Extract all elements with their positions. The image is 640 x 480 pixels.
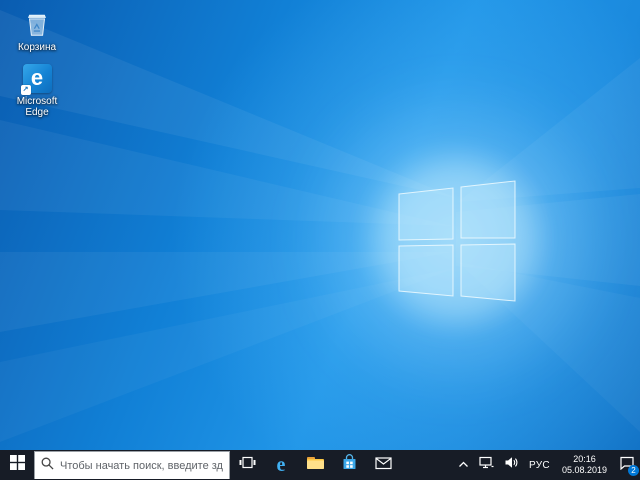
recycle-bin-icon — [21, 8, 53, 40]
task-view-icon — [239, 454, 256, 476]
task-view-button[interactable] — [230, 450, 264, 480]
file-explorer-icon — [306, 454, 325, 476]
system-tray: РУС 20:16 05.08.2019 2 — [453, 450, 640, 480]
notification-badge: 2 — [628, 465, 639, 476]
store-icon — [341, 454, 358, 476]
taskbar: e — [0, 450, 640, 480]
mail-icon — [374, 456, 392, 475]
taskbar-app-mail[interactable] — [366, 450, 400, 480]
chevron-up-icon — [458, 456, 469, 474]
windows-desktop-screen: Корзина e ↗ Microsoft Edge Чтобы начать … — [0, 0, 640, 480]
search-icon — [41, 457, 54, 475]
desktop-icon-microsoft-edge[interactable]: e ↗ Microsoft Edge — [6, 62, 68, 118]
taskbar-app-store[interactable] — [332, 450, 366, 480]
volume-icon — [504, 456, 519, 474]
network-icon — [479, 456, 494, 474]
language-indicator[interactable]: РУС — [524, 450, 555, 480]
wallpaper-light-rays — [0, 10, 640, 442]
edge-icon: e — [276, 454, 286, 476]
taskbar-search[interactable] — [34, 451, 230, 479]
edge-icon: e ↗ — [20, 62, 53, 95]
windows-logo — [398, 180, 516, 302]
action-center-button[interactable]: 2 — [614, 450, 640, 480]
language-label: РУС — [529, 459, 550, 471]
taskbar-app-edge[interactable]: e — [264, 450, 298, 480]
tray-expand-button[interactable] — [453, 450, 474, 480]
clock[interactable]: 20:16 05.08.2019 — [555, 450, 614, 480]
desktop-icon-recycle-bin[interactable]: Корзина — [6, 8, 68, 53]
desktop-icon-label: Корзина — [17, 42, 57, 53]
taskbar-app-file-explorer[interactable] — [298, 450, 332, 480]
network-status-button[interactable] — [474, 450, 499, 480]
start-button[interactable] — [0, 450, 34, 480]
desktop-surface[interactable]: Корзина e ↗ Microsoft Edge — [0, 0, 640, 450]
clock-time: 20:16 — [573, 454, 596, 464]
desktop-icon-label: Microsoft Edge — [16, 96, 58, 118]
start-icon — [9, 455, 25, 475]
search-input[interactable] — [60, 459, 223, 472]
volume-button[interactable] — [499, 450, 524, 480]
shortcut-arrow-icon: ↗ — [20, 84, 31, 95]
clock-date: 05.08.2019 — [561, 465, 607, 475]
